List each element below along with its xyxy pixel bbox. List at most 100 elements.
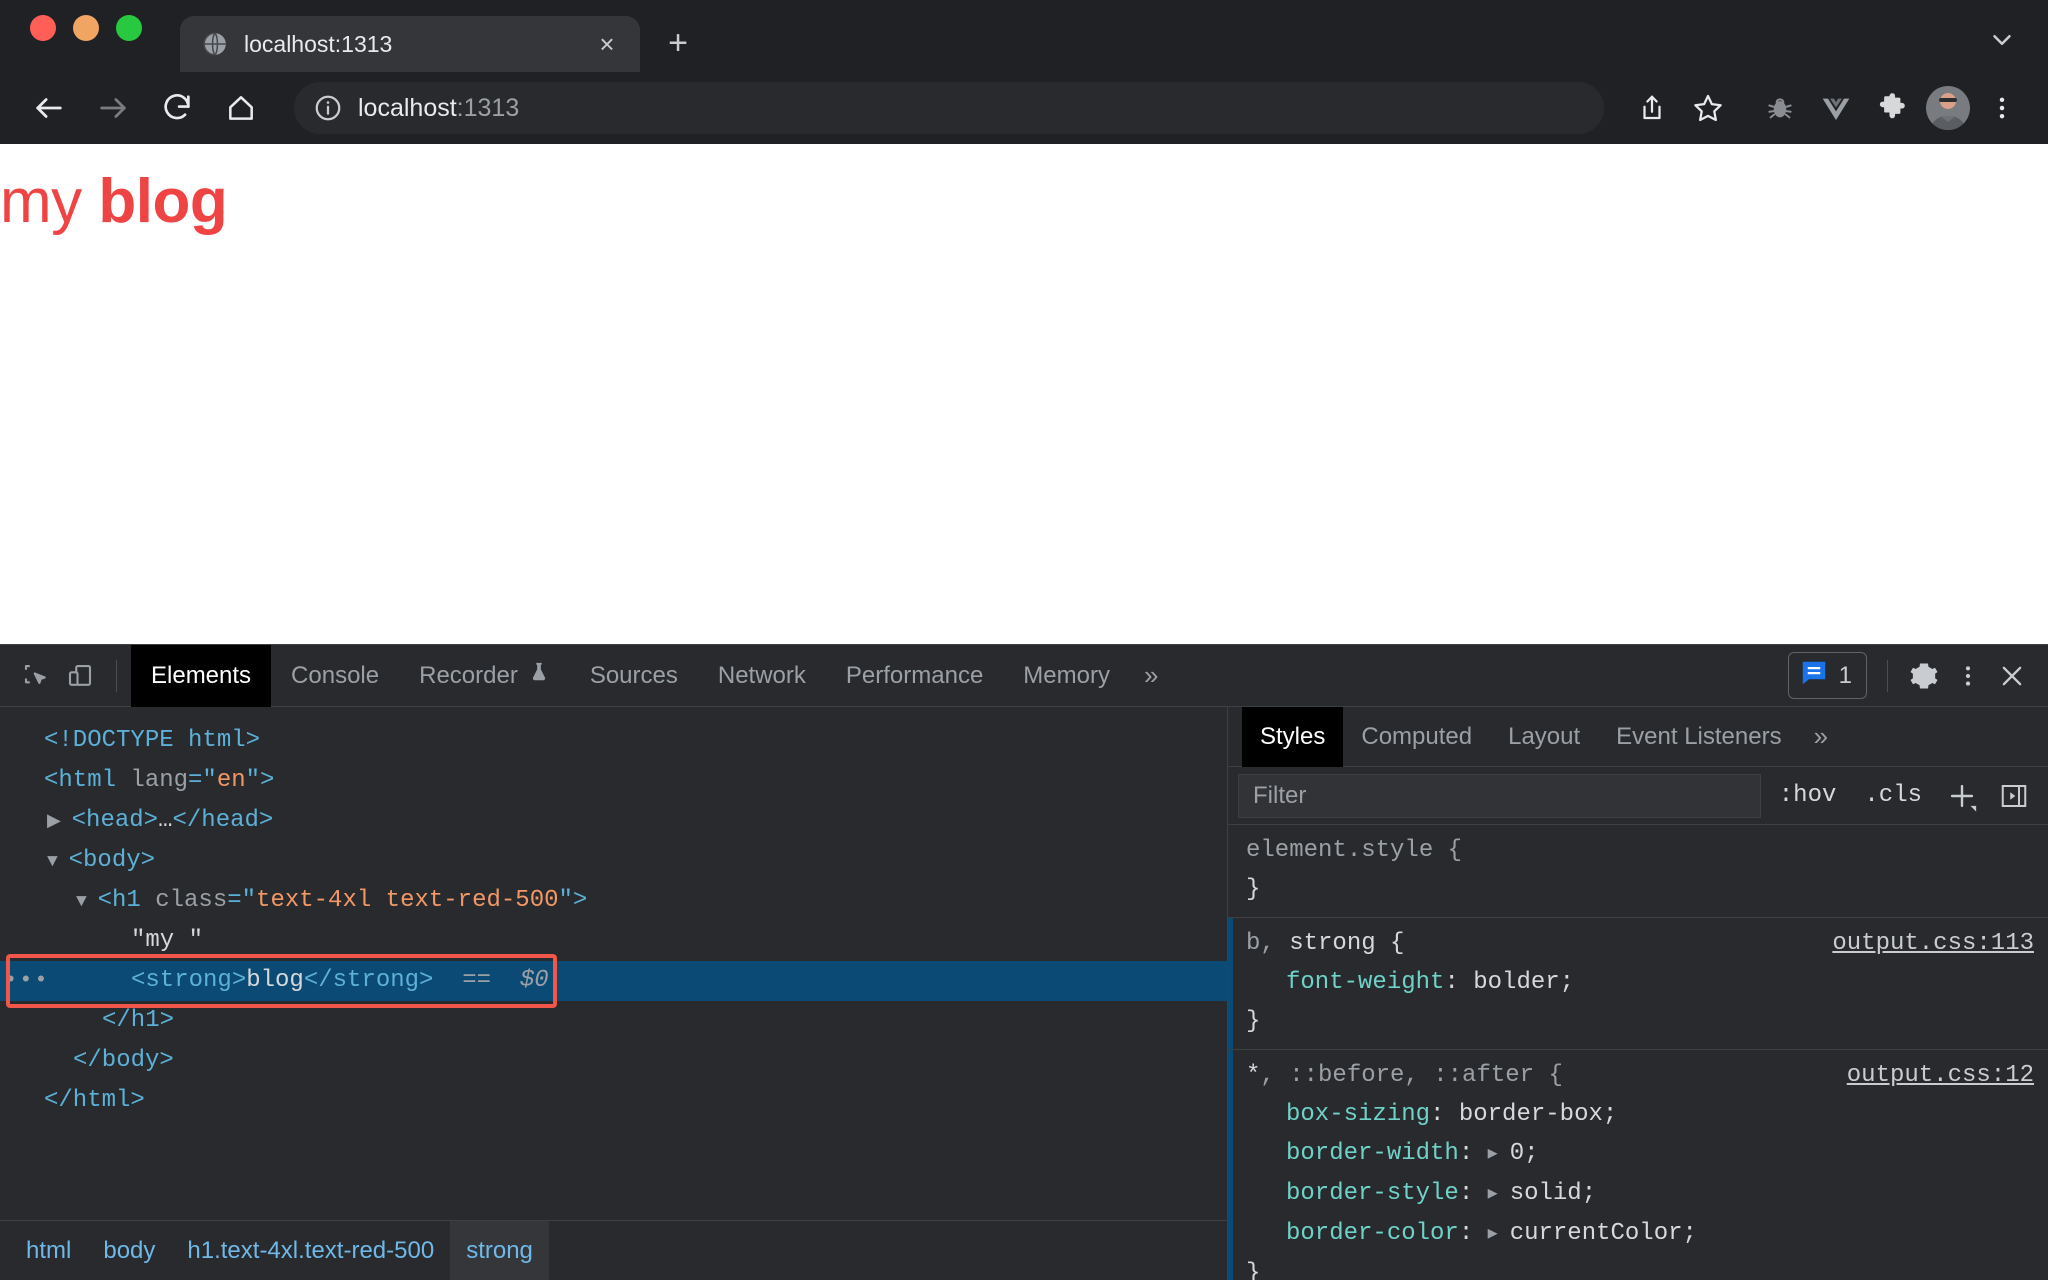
gear-icon[interactable]: [1902, 654, 1946, 698]
tab-memory-label: Memory: [1023, 662, 1110, 690]
styles-more-tabs-icon[interactable]: »: [1800, 721, 1842, 752]
bookmark-star-icon[interactable]: [1684, 84, 1732, 132]
css-property-value[interactable]: solid;: [1510, 1180, 1596, 1207]
collapse-arrow-icon[interactable]: ▼: [76, 892, 98, 912]
back-arrow-icon[interactable]: [22, 81, 76, 135]
inspect-element-icon[interactable]: [14, 654, 58, 698]
tab-close-button[interactable]: ×: [592, 29, 622, 59]
close-window-button[interactable]: [30, 15, 56, 41]
issues-badge[interactable]: 1: [1788, 652, 1867, 699]
tab-layout-label: Layout: [1508, 723, 1580, 751]
css-declaration-0[interactable]: box-sizing: border-box;: [1228, 1095, 2048, 1134]
device-toolbar-icon[interactable]: [58, 654, 102, 698]
css-declaration-0[interactable]: font-weight: bolder;: [1228, 963, 2048, 1002]
css-selector[interactable]: *, ::before, ::after {: [1246, 1056, 1563, 1095]
address-bar[interactable]: localhost:1313: [294, 82, 1604, 134]
tab-event-listeners[interactable]: Event Listeners: [1598, 707, 1799, 767]
dom-token: </strong>: [304, 967, 434, 994]
dom-row-body-close[interactable]: </body>: [0, 1041, 1227, 1081]
dom-row-strong-selected[interactable]: •••<strong>blog</strong> == $0: [0, 961, 1227, 1001]
new-tab-button[interactable]: +: [654, 19, 702, 67]
css-selector[interactable]: b, strong {: [1246, 924, 1404, 963]
styles-tabbar: Styles Computed Layout Event Listeners »: [1228, 707, 2048, 767]
kebab-menu-icon[interactable]: [1946, 654, 1990, 698]
dom-row-content: <strong>blog</strong> == $0: [14, 967, 549, 994]
tab-elements[interactable]: Elements: [131, 645, 271, 707]
dom-token: lang: [130, 767, 188, 794]
css-property-name[interactable]: border-style: [1286, 1180, 1459, 1207]
address-host: localhost: [358, 94, 457, 122]
devtools-body: <!DOCTYPE html><html lang="en">▶ <head>……: [0, 707, 2048, 1280]
reload-icon[interactable]: [150, 81, 204, 135]
dom-row-text-my[interactable]: "my ": [0, 921, 1227, 961]
css-declaration-2[interactable]: border-style: ▸ solid;: [1228, 1174, 2048, 1214]
css-property-value[interactable]: 0;: [1510, 1140, 1539, 1167]
breadcrumb-item-3[interactable]: strong: [450, 1221, 549, 1280]
home-icon[interactable]: [214, 81, 268, 135]
css-rule-header: b, strong { output.css:113: [1228, 924, 2048, 963]
tab-memory[interactable]: Memory: [1003, 645, 1130, 707]
breadcrumb-item-0[interactable]: html: [10, 1221, 87, 1280]
filter-input[interactable]: [1238, 774, 1761, 818]
tab-recorder[interactable]: Recorder: [399, 645, 570, 707]
tab-console[interactable]: Console: [271, 645, 399, 707]
expand-arrow-icon[interactable]: ▸: [1488, 1223, 1510, 1246]
expand-arrow-icon[interactable]: ▶: [47, 812, 72, 832]
css-property-value[interactable]: currentColor;: [1510, 1220, 1697, 1247]
css-property-value[interactable]: border-box;: [1459, 1101, 1617, 1128]
tab-styles[interactable]: Styles: [1242, 707, 1343, 767]
dom-row-h1-open[interactable]: ▼ <h1 class="text-4xl text-red-500">: [0, 881, 1227, 921]
browser-tab[interactable]: localhost:1313 ×: [180, 16, 640, 72]
css-property-name[interactable]: font-weight: [1286, 969, 1444, 996]
dom-row-content: ▼ <h1 class="text-4xl text-red-500">: [14, 887, 587, 914]
expand-arrow-icon[interactable]: ▸: [1488, 1143, 1510, 1166]
css-declaration-1[interactable]: border-width: ▸ 0;: [1228, 1134, 2048, 1174]
css-declaration-3[interactable]: border-color: ▸ currentColor;: [1228, 1214, 2048, 1254]
css-property-name[interactable]: border-width: [1286, 1140, 1459, 1167]
css-rule-source-link[interactable]: output.css:12: [1827, 1056, 2034, 1095]
css-colon: :: [1430, 1101, 1459, 1128]
maximize-window-button[interactable]: [116, 15, 142, 41]
dom-row-html-open[interactable]: <html lang="en">: [0, 761, 1227, 801]
css-rule-header: element.style {: [1228, 831, 2048, 870]
breadcrumb-item-2[interactable]: h1.text-4xl.text-red-500: [171, 1221, 450, 1280]
expand-arrow-icon[interactable]: ▸: [1488, 1183, 1510, 1206]
bug-icon[interactable]: [1756, 84, 1804, 132]
css-selector[interactable]: element.style {: [1246, 831, 1462, 870]
row-overflow-badge[interactable]: •••: [4, 971, 50, 991]
collapse-arrow-icon[interactable]: ▼: [47, 852, 69, 872]
tab-network[interactable]: Network: [698, 645, 826, 707]
hov-toggle[interactable]: :hov: [1769, 782, 1847, 809]
share-icon[interactable]: [1628, 84, 1676, 132]
kebab-menu-icon[interactable]: [1978, 84, 2026, 132]
css-property-name[interactable]: box-sizing: [1286, 1101, 1430, 1128]
toggle-sidebar-icon[interactable]: [1992, 774, 2036, 818]
dom-row-body-open[interactable]: ▼ <body>: [0, 841, 1227, 881]
dom-row-doctype[interactable]: <!DOCTYPE html>: [0, 721, 1227, 761]
css-property-name[interactable]: border-color: [1286, 1220, 1459, 1247]
css-selector-main: strong {: [1289, 930, 1404, 957]
puzzle-icon[interactable]: [1868, 84, 1916, 132]
avatar[interactable]: [1926, 86, 1970, 130]
breadcrumb-item-1[interactable]: body: [87, 1221, 171, 1280]
dom-row-html-close[interactable]: </html>: [0, 1081, 1227, 1121]
vue-logo-icon[interactable]: [1812, 84, 1860, 132]
forward-arrow-icon[interactable]: [86, 81, 140, 135]
close-icon[interactable]: [1990, 654, 2034, 698]
plus-icon[interactable]: [1940, 774, 1984, 818]
dom-row-h1-close[interactable]: </h1>: [0, 1001, 1227, 1041]
tab-sources[interactable]: Sources: [570, 645, 698, 707]
css-rule-source-link[interactable]: output.css:113: [1812, 924, 2034, 963]
more-tabs-icon[interactable]: »: [1130, 660, 1172, 691]
minimize-window-button[interactable]: [73, 15, 99, 41]
info-circle-icon[interactable]: [312, 92, 344, 124]
tab-performance[interactable]: Performance: [826, 645, 1003, 707]
tab-layout[interactable]: Layout: [1490, 707, 1598, 767]
devtools-tabbar: Elements Console Recorder Sources Networ…: [0, 645, 2048, 707]
css-property-value[interactable]: bolder;: [1473, 969, 1574, 996]
dom-row-head[interactable]: ▶ <head>…</head>: [0, 801, 1227, 841]
dom-tree[interactable]: <!DOCTYPE html><html lang="en">▶ <head>……: [0, 707, 1227, 1220]
cls-toggle[interactable]: .cls: [1854, 782, 1932, 809]
tab-computed[interactable]: Computed: [1343, 707, 1490, 767]
chevron-down-icon[interactable]: [1976, 14, 2028, 66]
